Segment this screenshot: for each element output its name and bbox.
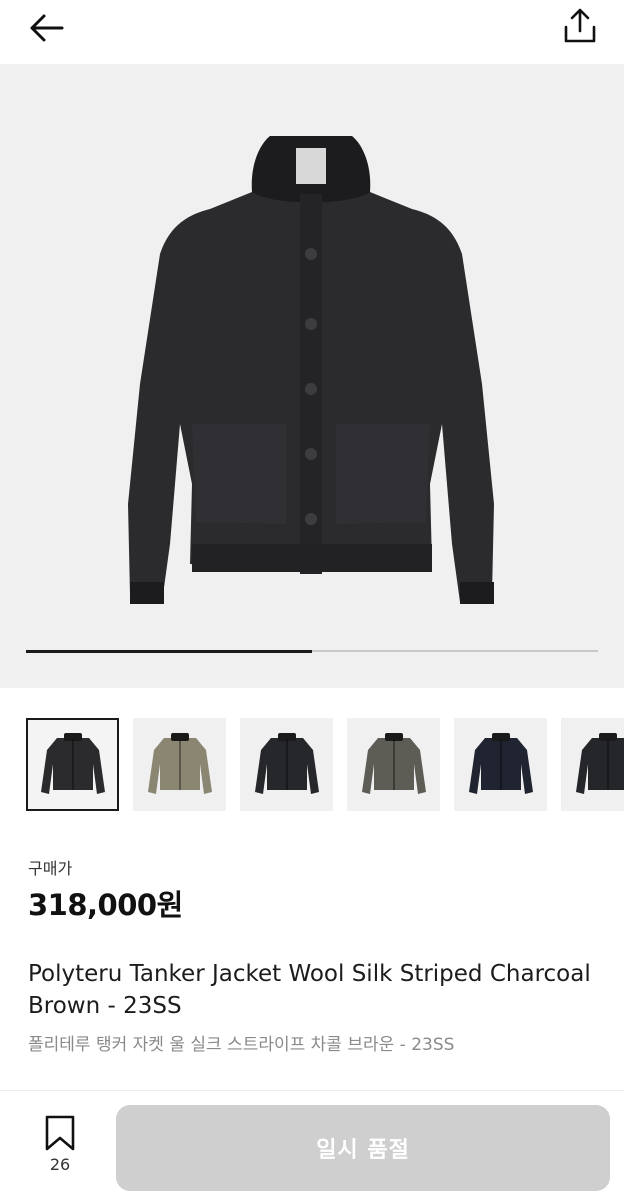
share-button[interactable] bbox=[558, 6, 602, 46]
thumbnail-jacket-image bbox=[147, 732, 212, 794]
carousel-progress-track bbox=[26, 649, 598, 653]
thumbnail-item[interactable] bbox=[561, 718, 624, 811]
top-bar bbox=[0, 0, 624, 64]
bookmark-button[interactable]: 26 bbox=[34, 1115, 86, 1177]
bookmark-icon bbox=[45, 1115, 75, 1151]
sold-out-button[interactable]: 일시 품절 bbox=[116, 1105, 610, 1191]
thumbnail-item[interactable] bbox=[133, 718, 226, 811]
thumbnail-jacket-image bbox=[254, 732, 319, 794]
product-name-korean: 폴리테루 탱커 자켓 울 실크 스트라이프 차콜 브라운 - 23SS bbox=[28, 1035, 455, 1055]
bookmark-count: 26 bbox=[49, 1155, 71, 1174]
carousel-progress-fill bbox=[26, 649, 312, 653]
thumbnail-item[interactable] bbox=[240, 718, 333, 811]
thumbnail-jacket-image bbox=[361, 732, 426, 794]
thumbnail-strip[interactable] bbox=[26, 718, 624, 814]
thumbnail-item[interactable] bbox=[347, 718, 440, 811]
arrow-left-icon bbox=[30, 14, 64, 42]
thumbnail-item[interactable] bbox=[26, 718, 119, 811]
bottom-action-bar: 26 일시 품절 bbox=[0, 1090, 624, 1200]
price-label: 구매가 bbox=[28, 859, 73, 878]
share-upload-icon bbox=[564, 8, 596, 43]
thumbnail-item[interactable] bbox=[454, 718, 547, 811]
thumbnail-jacket-image bbox=[575, 732, 624, 794]
thumbnail-jacket-image bbox=[40, 732, 105, 794]
product-jacket-image bbox=[128, 136, 494, 604]
product-name-english: Polyteru Tanker Jacket Wool Silk Striped… bbox=[28, 961, 591, 1019]
product-image-carousel[interactable] bbox=[0, 64, 624, 688]
back-button[interactable] bbox=[22, 8, 70, 48]
thumbnail-jacket-image bbox=[468, 732, 533, 794]
price-value: 318,000원 bbox=[28, 888, 183, 922]
